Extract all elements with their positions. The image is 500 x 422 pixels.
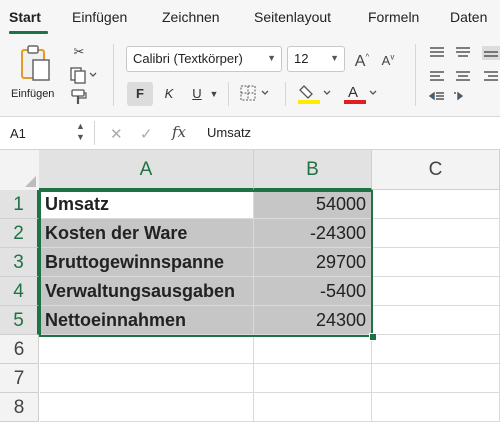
decrease-font-button[interactable]: Av [376, 48, 400, 71]
highlight-button[interactable] [296, 82, 336, 106]
select-all-icon [25, 176, 36, 187]
cell-c1[interactable] [372, 190, 500, 219]
copy-button[interactable] [66, 66, 102, 86]
cell-b1[interactable]: 54000 [254, 190, 372, 219]
format-painter-button[interactable] [68, 88, 90, 108]
ribbon-divider [415, 44, 416, 106]
ribbon-tab-bar: Start Einfügen Zeichnen Seitenlayout For… [0, 0, 500, 38]
column-header-c[interactable]: C [372, 150, 500, 190]
row-header-6[interactable]: 6 [0, 335, 39, 364]
format-painter-icon [71, 89, 87, 104]
paste-icon [21, 45, 50, 81]
paste-button[interactable]: Einfügen [8, 42, 62, 106]
active-tab-indicator [9, 31, 48, 34]
chevron-down-icon: ▼ [267, 53, 276, 63]
chevron-down-icon: ▼ [330, 53, 339, 63]
copy-icon [70, 67, 97, 84]
spreadsheet-grid: A B C 1 Umsatz 54000 2 Kosten der Ware -… [0, 150, 500, 422]
cell-c5[interactable] [372, 306, 500, 335]
tab-formeln[interactable]: Formeln [368, 9, 419, 25]
cell-b5[interactable]: 24300 [254, 306, 372, 335]
name-box-value: A1 [10, 126, 26, 141]
row-header-2[interactable]: 2 [0, 219, 39, 248]
font-name-select[interactable]: Calibri (Textkörper) ▼ [126, 46, 282, 72]
row-header-4[interactable]: 4 [0, 277, 39, 306]
borders-button[interactable] [238, 84, 276, 104]
confirm-icon[interactable]: ✓ [140, 125, 153, 143]
align-icons[interactable] [426, 44, 500, 108]
cell-b8[interactable] [254, 393, 372, 422]
cell-c6[interactable] [372, 335, 500, 364]
chevron-down-icon: ▼ [209, 89, 219, 99]
cell-c3[interactable] [372, 248, 500, 277]
bold-button[interactable]: F [127, 82, 153, 106]
cell-c4[interactable] [372, 277, 500, 306]
fill-handle[interactable] [369, 333, 377, 341]
cell-c2[interactable] [372, 219, 500, 248]
formula-content[interactable]: Umsatz [207, 125, 251, 140]
font-color-icon: A [344, 84, 377, 104]
cell-a8[interactable] [40, 393, 254, 422]
cell-a3[interactable]: Bruttogewinnspanne [40, 248, 254, 277]
column-header-b[interactable]: B [254, 150, 372, 190]
highlight-icon [298, 85, 331, 104]
tab-start[interactable]: Start [9, 9, 41, 25]
paste-label: Einfügen [11, 88, 55, 100]
cut-icon: ✂ [73, 44, 85, 59]
ribbon-divider [285, 82, 286, 106]
increase-font-icon: A^ [354, 53, 370, 71]
borders-icon [240, 85, 269, 101]
increase-font-button[interactable]: A^ [350, 48, 374, 72]
insert-function-icon[interactable]: fx [172, 123, 186, 141]
cut-button[interactable]: ✂ [68, 42, 90, 62]
tab-zeichnen[interactable]: Zeichnen [162, 9, 220, 25]
cell-a2[interactable]: Kosten der Ware [40, 219, 254, 248]
cell-a1[interactable]: Umsatz [40, 190, 254, 219]
ribbon-divider [113, 44, 114, 106]
cell-a7[interactable] [40, 364, 254, 393]
ribbon-divider [228, 82, 229, 106]
cell-b4[interactable]: -5400 [254, 277, 372, 306]
font-size-select[interactable]: 12 ▼ [287, 46, 345, 72]
row-header-8[interactable]: 8 [0, 393, 39, 422]
row-header-7[interactable]: 7 [0, 364, 39, 393]
tab-seitenlayout[interactable]: Seitenlayout [254, 9, 331, 25]
cancel-icon[interactable]: ✕ [110, 125, 123, 143]
cell-c7[interactable] [372, 364, 500, 393]
name-box-spinner-icon[interactable]: ▲ ▼ [76, 121, 85, 143]
cell-b7[interactable] [254, 364, 372, 393]
ribbon: Einfügen ✂ Calibri (Textkörper) ▼ 12 ▼ A… [0, 38, 500, 117]
row-header-5[interactable]: 5 [0, 306, 39, 335]
cell-b6[interactable] [254, 335, 372, 364]
row-header-3[interactable]: 3 [0, 248, 39, 277]
decrease-font-icon: Av [381, 53, 395, 69]
row-header-1[interactable]: 1 [0, 190, 39, 219]
font-color-button[interactable]: A [342, 82, 382, 106]
italic-button[interactable]: K [156, 82, 182, 106]
cell-c8[interactable] [372, 393, 500, 422]
cell-a5[interactable]: Nettoeinnahmen [40, 306, 254, 335]
align-buttons [426, 44, 500, 108]
tab-daten[interactable]: Daten [450, 9, 487, 25]
tab-einfuegen[interactable]: Einfügen [72, 9, 127, 25]
cell-a4[interactable]: Verwaltungsausgaben [40, 277, 254, 306]
underline-options-chevron[interactable]: ▼ [207, 84, 221, 104]
font-name-value: Calibri (Textkörper) [133, 51, 243, 66]
svg-text:A: A [348, 84, 358, 101]
column-header-a[interactable]: A [39, 150, 254, 190]
cell-b2[interactable]: -24300 [254, 219, 372, 248]
name-box[interactable]: A1 ▲ ▼ [0, 121, 95, 145]
cell-b3[interactable]: 29700 [254, 248, 372, 277]
font-size-value: 12 [294, 51, 309, 66]
cell-a6[interactable] [40, 335, 254, 364]
select-all-corner[interactable] [0, 150, 40, 191]
formula-bar: A1 ▲ ▼ ✕ ✓ fx Umsatz [0, 117, 500, 150]
